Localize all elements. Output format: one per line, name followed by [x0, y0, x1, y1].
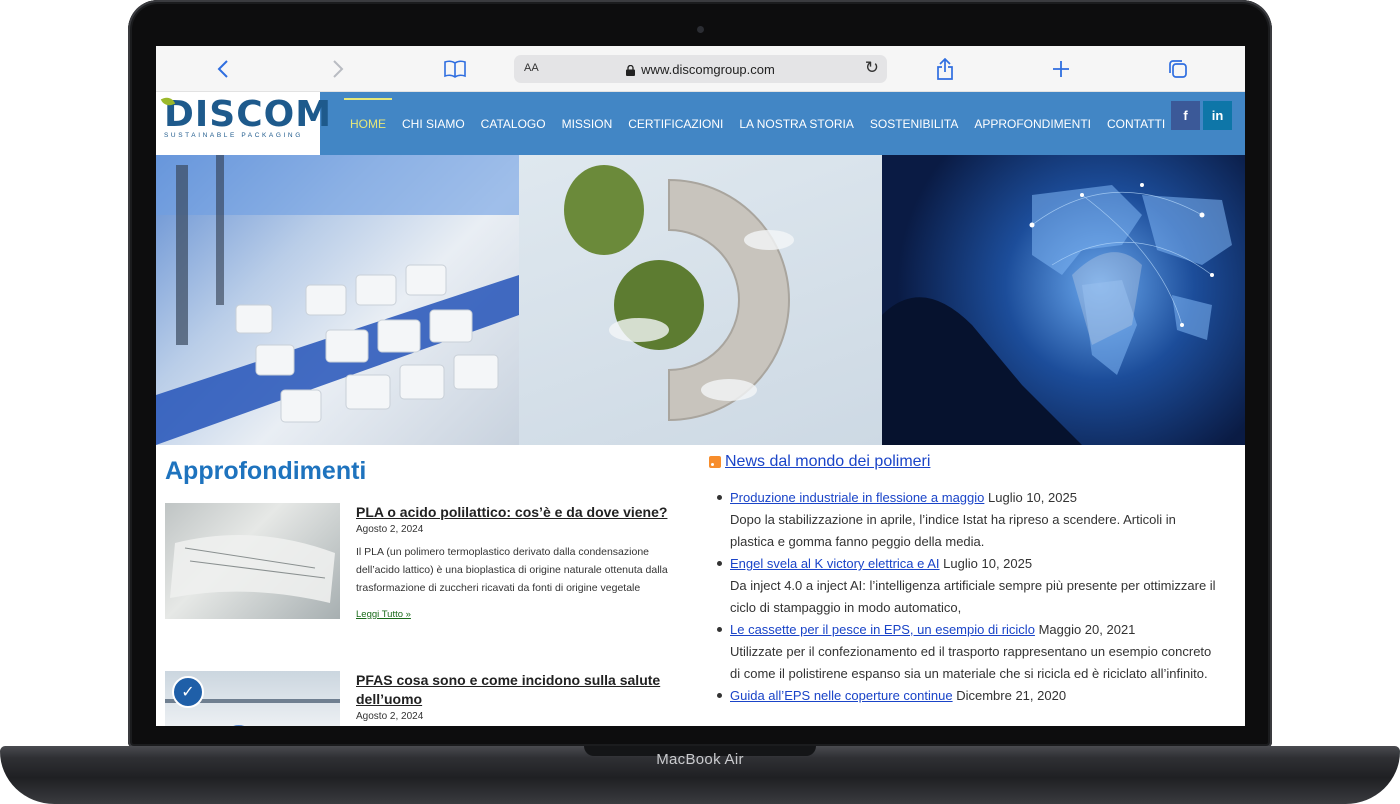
reload-icon[interactable]: ↻ — [865, 58, 879, 78]
forward-icon[interactable] — [325, 56, 351, 82]
nav-certificazioni[interactable]: CERTIFICAZIONI — [628, 117, 723, 131]
news-summary: Utilizzate per il confezionamento ed il … — [730, 644, 1212, 681]
news-item: Produzione industriale in flessione a ma… — [717, 487, 1219, 553]
article-card: PLA o acido polilattico: cos’è e da dove… — [165, 503, 695, 673]
article-title[interactable]: PFAS cosa sono e come incidono sulla sal… — [356, 671, 695, 709]
article-excerpt: Il PLA (un polimero termoplastico deriva… — [356, 546, 668, 594]
approfondimenti-section: Approfondimenti PLA o acido polilattico:… — [165, 445, 695, 726]
article-body: PFAS cosa sono e come incidono sulla sal… — [356, 671, 695, 722]
hero-banner — [156, 155, 1245, 445]
nav-chi-siamo[interactable]: CHI SIAMO — [402, 117, 465, 131]
news-date: Luglio 10, 2025 — [988, 490, 1077, 505]
news-feed-title[interactable]: News dal mondo dei polimeri — [709, 453, 1219, 471]
hero-image-world-network — [882, 155, 1245, 445]
news-feed-title-text[interactable]: News dal mondo dei polimeri — [725, 453, 930, 471]
news-section: News dal mondo dei polimeri Produzione i… — [709, 453, 1219, 707]
article-title[interactable]: PLA o acido polilattico: cos’è e da dove… — [356, 503, 695, 522]
news-date: Maggio 20, 2021 — [1038, 622, 1136, 637]
article-body: PLA o acido polilattico: cos’è e da dove… — [356, 503, 695, 622]
logo-name: DISCOM — [164, 94, 333, 135]
nav-contatti[interactable]: CONTATTI — [1107, 117, 1165, 131]
nav-home[interactable]: HOME — [344, 97, 392, 131]
nav-approfondimenti[interactable]: APPROFONDIMENTI — [974, 117, 1091, 131]
url-text: www.discomgroup.com — [641, 61, 775, 77]
news-link[interactable]: Engel svela al K victory elettrica e AI — [730, 556, 940, 571]
nav-sostenibilita[interactable]: SOSTENIBILITA — [870, 117, 958, 131]
bookmarks-icon[interactable] — [442, 56, 468, 82]
device-label: MacBook Air — [656, 751, 744, 768]
main-nav: HOME CHI SIAMO CATALOGO MISSION CERTIFIC… — [344, 92, 1181, 155]
news-summary: Da inject 4.0 a inject AI: l’intelligenz… — [730, 578, 1216, 615]
news-item: Le cassette per il pesce in EPS, un esem… — [717, 619, 1219, 685]
hero-image-packaging-machine — [156, 155, 519, 445]
section-title: Approfondimenti — [165, 457, 367, 485]
camera — [697, 26, 704, 33]
site-header: DISCOM SUSTAINABLE PACKAGING HOME CHI SI… — [156, 92, 1245, 155]
news-date: Dicembre 21, 2020 — [956, 688, 1067, 703]
article-date: Agosto 2, 2024 — [356, 711, 424, 722]
lock-icon — [626, 64, 636, 76]
news-list: Produzione industriale in flessione a ma… — [709, 487, 1219, 707]
nav-mission[interactable]: MISSION — [562, 117, 613, 131]
address-bar[interactable]: AA www.discomgroup.com ↻ — [514, 55, 887, 83]
accessibility-badge-icon[interactable]: ✓ — [172, 676, 204, 708]
linkedin-icon[interactable]: in — [1203, 101, 1232, 130]
news-date: Luglio 10, 2025 — [943, 556, 1033, 571]
article-card: PFAS cosa sono e come incidono sulla sal… — [165, 671, 695, 726]
share-icon[interactable] — [932, 56, 958, 82]
back-icon[interactable] — [210, 56, 236, 82]
site-logo[interactable]: DISCOM SUSTAINABLE PACKAGING — [156, 92, 333, 155]
news-summary: Dopo la stabilizzazione in aprile, l’ind… — [730, 512, 1176, 549]
text-size-button[interactable]: AA — [524, 62, 539, 74]
nav-catalogo[interactable]: CATALOGO — [481, 117, 546, 131]
hero-image-eco-plate — [519, 155, 882, 445]
facebook-icon[interactable]: f — [1171, 101, 1200, 130]
news-link[interactable]: Produzione industriale in flessione a ma… — [730, 490, 984, 505]
browser-toolbar: AA www.discomgroup.com ↻ — [156, 46, 1245, 92]
screen: AA www.discomgroup.com ↻ DISCOM SUSTAINA… — [156, 46, 1245, 726]
news-item: Engel svela al K victory elettrica e AI … — [717, 553, 1219, 619]
new-tab-icon[interactable] — [1048, 56, 1074, 82]
read-more-link[interactable]: Leggi Tutto » — [356, 609, 411, 620]
logo-tagline: SUSTAINABLE PACKAGING — [164, 132, 303, 139]
rss-icon — [709, 456, 721, 468]
main-content: Approfondimenti PLA o acido polilattico:… — [156, 445, 1245, 726]
article-thumbnail[interactable] — [165, 503, 340, 619]
article-date: Agosto 2, 2024 — [356, 524, 424, 535]
tabs-icon[interactable] — [1165, 56, 1191, 82]
news-item: Guida all’EPS nelle coperture continue D… — [717, 685, 1219, 707]
news-link[interactable]: Guida all’EPS nelle coperture continue — [730, 688, 953, 703]
news-link[interactable]: Le cassette per il pesce in EPS, un esem… — [730, 622, 1035, 637]
nav-la-nostra-storia[interactable]: LA NOSTRA STORIA — [739, 117, 853, 131]
